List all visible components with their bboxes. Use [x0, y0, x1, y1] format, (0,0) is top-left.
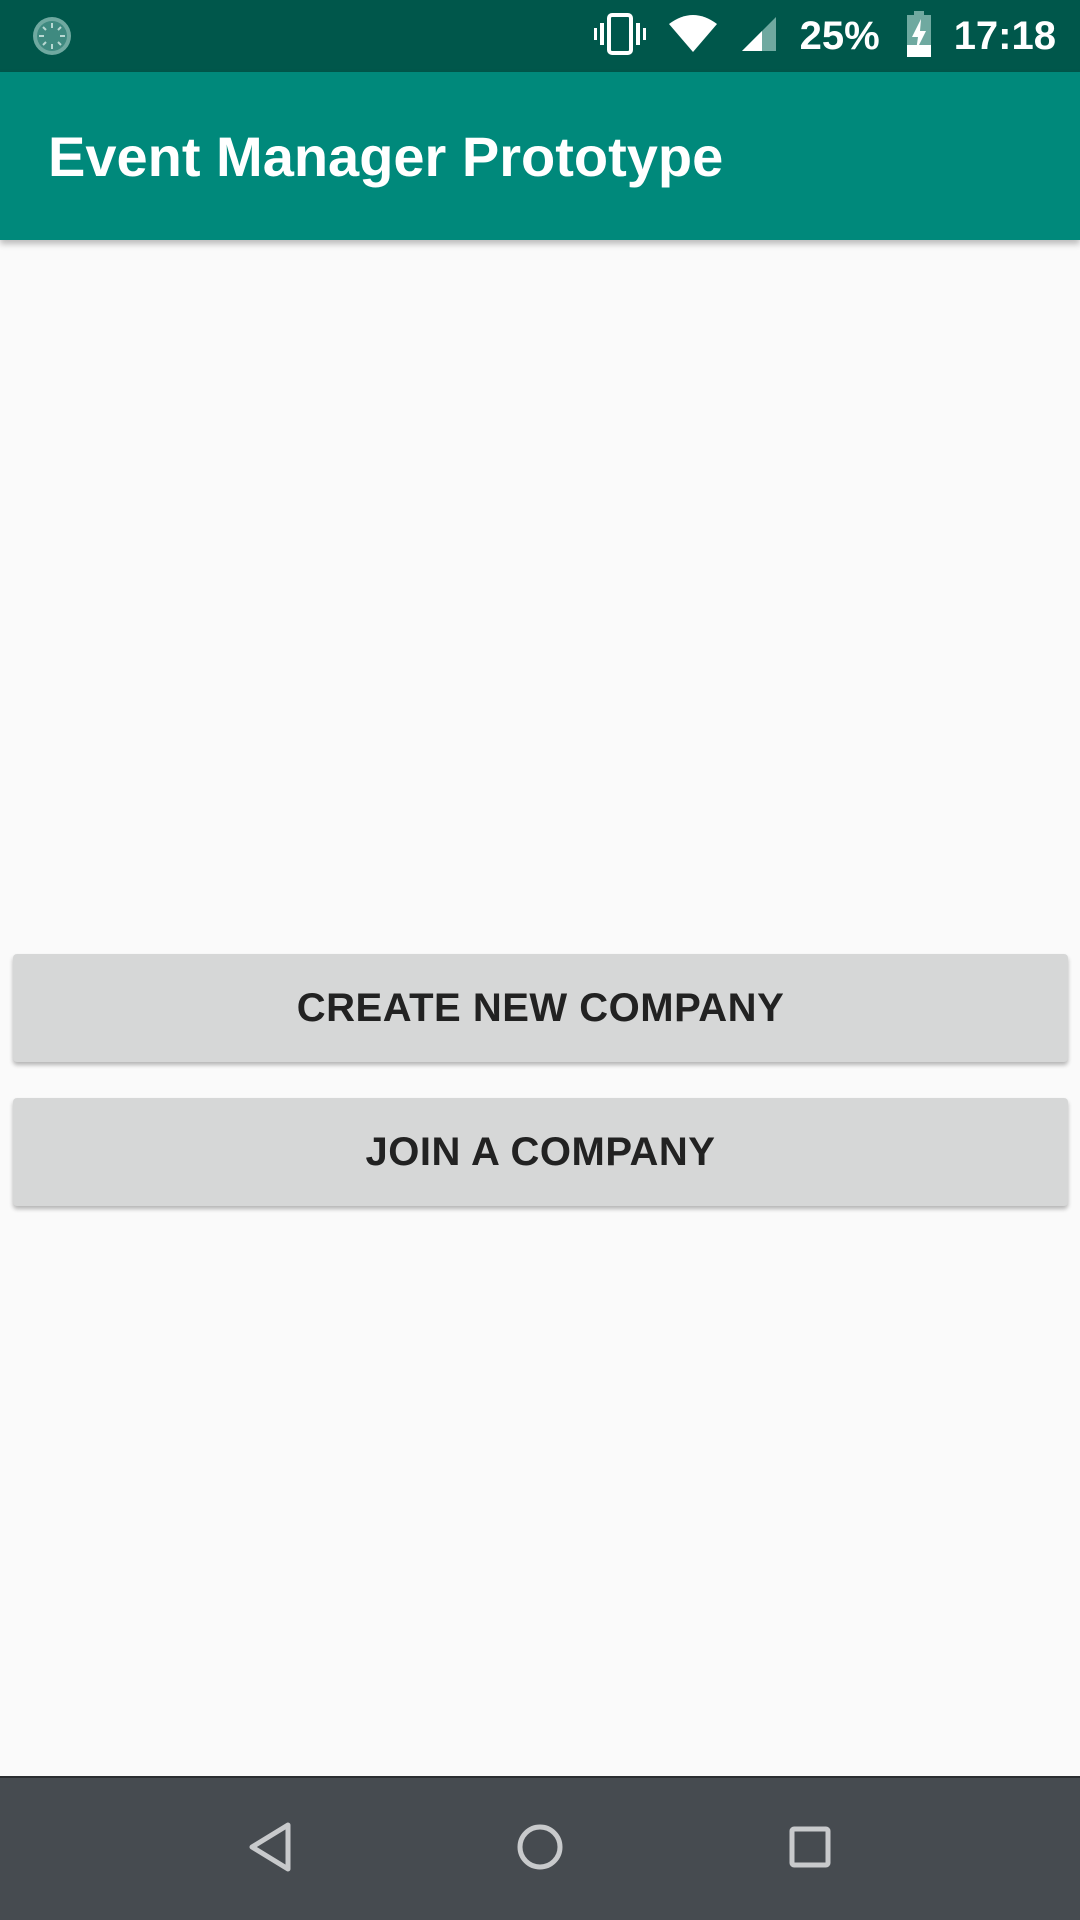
back-icon: [246, 1821, 294, 1878]
app-title: Event Manager Prototype: [48, 124, 724, 188]
navigation-bar: [0, 1776, 1080, 1920]
clock: 17:18: [953, 13, 1056, 58]
sync-circle-icon: [32, 16, 72, 56]
recents-button[interactable]: [730, 1778, 890, 1920]
wifi-icon: [668, 14, 718, 59]
battery-charging-icon: [906, 10, 932, 62]
vibrate-icon: [593, 12, 646, 61]
join-a-company-button[interactable]: JOIN A COMPANY: [13, 1098, 1068, 1206]
app-bar: Event Manager Prototype: [0, 72, 1080, 240]
status-bar: 25% 17:18: [0, 0, 1080, 72]
create-new-company-button[interactable]: CREATE NEW COMPANY: [13, 954, 1068, 1062]
back-button[interactable]: [190, 1778, 350, 1920]
recents-icon: [788, 1825, 832, 1874]
battery-percent: 25%: [799, 13, 880, 58]
home-icon: [515, 1822, 565, 1877]
cell-signal-icon: [740, 15, 778, 58]
main-content: CREATE NEW COMPANY JOIN A COMPANY: [0, 240, 1080, 1776]
home-button[interactable]: [460, 1778, 620, 1920]
